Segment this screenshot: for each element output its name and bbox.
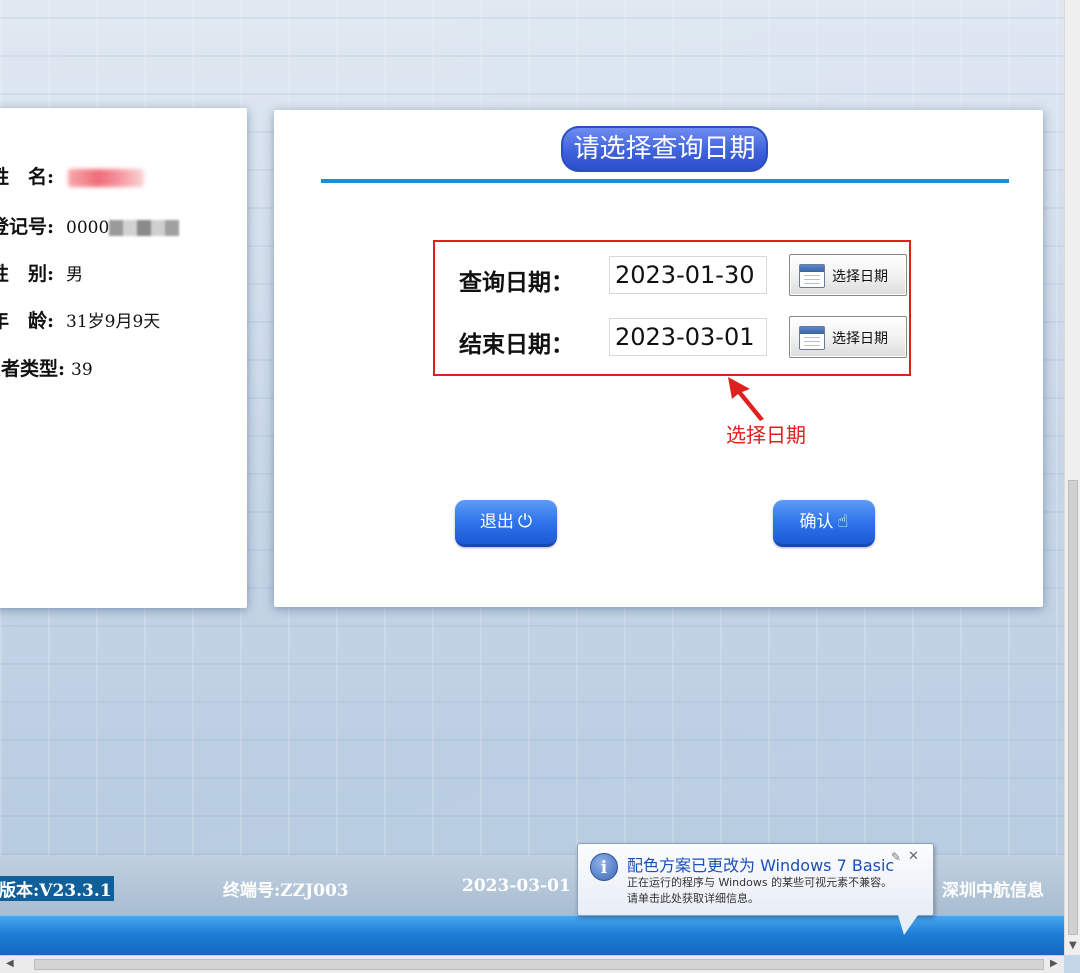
patient-info-panel: 姓 名: 登记号: 0000 性 别: 男 年 龄: 31岁9月9天 患者类型:39: [0, 108, 247, 608]
options-icon[interactable]: ✎: [891, 850, 901, 864]
balloon-tail: [898, 915, 918, 935]
scroll-down-icon[interactable]: ▼: [1069, 940, 1077, 951]
name-label: 姓 名:: [0, 166, 55, 188]
exit-button[interactable]: 退出 ⏻: [455, 500, 557, 547]
hand-pointer-icon: ☝: [837, 511, 849, 532]
age-label: 年 龄:: [0, 310, 55, 332]
annotation-arrow-icon: [728, 377, 764, 421]
patient-type-row: 患者类型:39: [0, 354, 93, 381]
company-text: 深圳中航信息: [942, 881, 1044, 901]
terminal-text: 终端号:ZZJ003: [223, 881, 349, 901]
calendar-icon: [799, 264, 825, 288]
patient-age-row: 年 龄: 31岁9月9天: [0, 306, 160, 333]
type-value: 39: [71, 360, 93, 380]
scroll-left-icon[interactable]: ◀: [6, 958, 14, 969]
reg-value: 0000: [66, 218, 110, 238]
close-icon[interactable]: ✕: [908, 849, 919, 864]
annotation-text: 选择日期: [726, 423, 806, 447]
date-select-highlight: 查询日期： 选择日期 结束日期： 选择日期: [433, 240, 911, 376]
horizontal-scroll-thumb[interactable]: [34, 959, 1044, 970]
query-date-label: 查询日期：: [459, 270, 574, 296]
reg-label: 登记号:: [0, 216, 55, 238]
balloon-title: 配色方案已更改为 Windows 7 Basic: [627, 856, 895, 875]
balloon-line-1: 正在运行的程序与 Windows 的某些可视元素不兼容。: [627, 876, 893, 889]
title-divider: [321, 179, 1009, 183]
confirm-button-label: 确认: [799, 512, 834, 532]
name-value-redacted: [68, 169, 145, 187]
scroll-right-icon[interactable]: ▶: [1050, 958, 1058, 969]
calendar-icon: [799, 326, 825, 350]
date-select-panel: 请选择查询日期 查询日期： 选择日期 结束日期： 选择日期 选择日期 退出⏻ 确…: [274, 110, 1043, 607]
gender-label: 性 别:: [0, 263, 55, 285]
vertical-scrollbar[interactable]: ▼: [1064, 0, 1080, 955]
patient-name-row: 姓 名:: [0, 162, 145, 189]
patient-gender-row: 性 别: 男: [0, 259, 83, 286]
age-value: 31岁9月9天: [66, 312, 161, 332]
vertical-scroll-thumb[interactable]: [1068, 480, 1078, 935]
reg-value-redacted: [109, 220, 180, 236]
end-date-label: 结束日期：: [459, 332, 574, 358]
type-label: 患者类型:: [0, 358, 66, 380]
balloon-message: 正在运行的程序与 Windows 的某些可视元素不兼容。 请单击此处获取详细信息…: [627, 875, 892, 907]
power-icon: ⏻: [517, 511, 533, 532]
exit-button-label: 退出: [479, 512, 514, 532]
horizontal-scrollbar[interactable]: ◀ ▶: [0, 955, 1064, 973]
info-icon: i: [590, 853, 618, 881]
confirm-button[interactable]: 确认 ☝: [773, 500, 875, 547]
dialog-title: 请选择查询日期: [561, 126, 768, 172]
end-date-pick-button[interactable]: 选择日期: [789, 316, 907, 358]
balloon-line-2: 请单击此处获取详细信息。: [627, 892, 759, 905]
version-text: 版本:V23.3.1: [0, 876, 114, 901]
notification-balloon[interactable]: i 配色方案已更改为 Windows 7 Basic 正在运行的程序与 Wind…: [577, 843, 934, 935]
query-date-pick-button[interactable]: 选择日期: [789, 254, 907, 296]
pick-button-label: 选择日期: [832, 269, 888, 285]
pick-button-label: 选择日期: [832, 331, 888, 347]
query-date-input[interactable]: [609, 256, 767, 294]
gender-value: 男: [66, 265, 84, 285]
end-date-input[interactable]: [609, 318, 767, 356]
patient-reg-row: 登记号: 0000: [0, 212, 180, 239]
